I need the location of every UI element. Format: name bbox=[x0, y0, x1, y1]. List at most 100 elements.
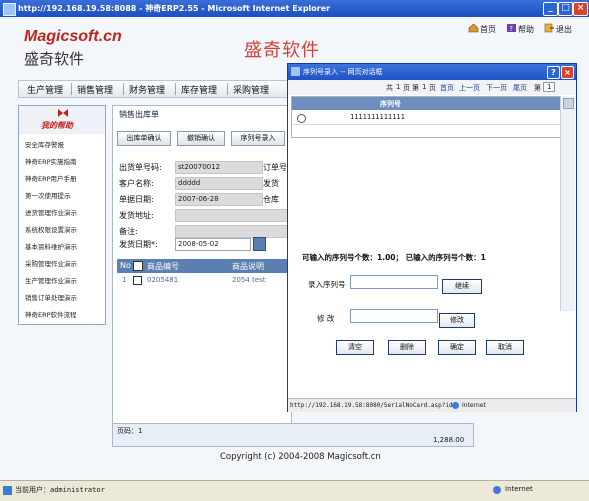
dialog-status-bar: http://192.168.19.58:8080/SerialNoCard.a… bbox=[288, 398, 576, 412]
serial-table-header: 序列号 bbox=[292, 97, 560, 110]
sidebar-item[interactable]: 神奇ERP用户手册 bbox=[25, 173, 77, 183]
remark-field[interactable] bbox=[175, 225, 289, 238]
pager-unit: 页 bbox=[403, 84, 410, 92]
pager-toolbar: 共 1 页 第 1 页 首页 上一页 下一页 尾页 第 1 bbox=[288, 80, 576, 95]
row-code[interactable]: 0205481 bbox=[147, 276, 178, 284]
sidebar-item[interactable]: 采购管理作业演示 bbox=[25, 258, 77, 268]
modify-label: 修 改 bbox=[317, 314, 335, 323]
pager-page-prefix: 第 bbox=[412, 84, 419, 92]
field-label: 发货地址: bbox=[119, 211, 154, 220]
modify-button[interactable]: 修改 bbox=[439, 313, 475, 328]
ship-address-field[interactable] bbox=[175, 209, 289, 222]
row-desc: 2054 test bbox=[232, 276, 266, 284]
help-sidebar: 我的帮助 安全库存警报 神奇ERP实施指南 神奇ERP用户手册 第一次使用提示 … bbox=[18, 105, 106, 325]
copyright-text: Copyright (c) 2004-2008 Magicsoft.cn bbox=[220, 452, 381, 462]
items-grid-header: No 商品编号 商品说明 bbox=[117, 259, 287, 273]
nav-sales[interactable]: 销售管理 bbox=[77, 83, 113, 96]
serial-input-label: 录入序列号 bbox=[308, 280, 346, 289]
field-label: 出货单号码: bbox=[119, 163, 162, 172]
nav-inventory[interactable]: 库存管理 bbox=[181, 83, 217, 96]
home-link[interactable]: 首页 bbox=[468, 23, 496, 35]
right-label: 仓库 bbox=[263, 195, 279, 204]
clear-button[interactable]: 清空 bbox=[336, 340, 374, 355]
serial-table: 序列号 1111111111111 bbox=[291, 96, 561, 138]
sidebar-item[interactable]: 销售订单处理演示 bbox=[25, 292, 77, 302]
close-button[interactable]: × bbox=[573, 2, 588, 16]
logout-icon bbox=[544, 23, 555, 33]
nav-divider bbox=[71, 83, 72, 95]
home-link-label: 首页 bbox=[480, 25, 496, 34]
select-all-checkbox[interactable] bbox=[133, 261, 143, 271]
help-link-label: 帮助 bbox=[518, 25, 534, 34]
serial-entry-button[interactable]: 序列号录入 bbox=[231, 131, 285, 146]
serial-value: 1111111111111 bbox=[350, 113, 405, 121]
row-checkbox[interactable] bbox=[133, 276, 142, 285]
order-number-field[interactable]: st20070012 bbox=[175, 161, 263, 174]
nav-production[interactable]: 生产管理 bbox=[27, 83, 63, 96]
doc-date-field[interactable]: 2007-06-28 bbox=[175, 193, 263, 206]
sidebar-item[interactable]: 第一次使用提示 bbox=[25, 190, 71, 200]
row-radio[interactable] bbox=[297, 114, 306, 123]
window-title: http://192.168.19.58:8088 - 神奇ERP2.55 - … bbox=[18, 4, 331, 13]
calendar-icon[interactable] bbox=[253, 237, 266, 251]
table-row[interactable]: 1111111111111 bbox=[292, 111, 560, 125]
logout-link[interactable]: 退出 bbox=[544, 23, 572, 35]
dialog-title: 序列号录入 -- 网页对话框 bbox=[303, 68, 383, 76]
globe-icon bbox=[452, 402, 459, 409]
pager-first[interactable]: 首页 bbox=[440, 83, 454, 93]
scroll-up-icon[interactable] bbox=[563, 98, 574, 109]
modify-input[interactable] bbox=[350, 309, 438, 323]
pager-last[interactable]: 尾页 bbox=[513, 83, 527, 93]
sidebar-item[interactable]: 生产管理作业演示 bbox=[25, 275, 77, 285]
nav-divider bbox=[227, 83, 228, 95]
sidebar-item[interactable]: 神奇ERP软件流程 bbox=[25, 309, 77, 319]
pager-goto-label: 第 bbox=[534, 84, 541, 92]
row-no: 1 bbox=[122, 276, 127, 284]
dialog-title-bar: 序列号录入 -- 网页对话框 ? × bbox=[288, 64, 576, 80]
bow-icon bbox=[58, 109, 68, 117]
confirm-button[interactable]: 确定 bbox=[438, 340, 476, 355]
sidebar-item[interactable]: 安全库存警报 bbox=[25, 139, 64, 149]
brand-logo: Magicsoft.cn bbox=[24, 28, 122, 45]
sidebar-item[interactable]: 神奇ERP实施指南 bbox=[25, 156, 77, 166]
col-header-code: 商品编号 bbox=[147, 262, 179, 271]
brand-logo-cn: 盛奇软件 bbox=[24, 50, 85, 68]
minimize-button[interactable]: _ bbox=[543, 2, 558, 16]
cancel-button[interactable]: 取消 bbox=[486, 340, 524, 355]
pager-next[interactable]: 下一页 bbox=[486, 83, 507, 93]
ie-icon bbox=[3, 3, 16, 16]
dialog-help-button[interactable]: ? bbox=[547, 66, 560, 79]
sidebar-item[interactable]: 进货管理作业演示 bbox=[25, 207, 77, 217]
continue-button[interactable]: 继续 bbox=[442, 279, 482, 294]
panel-footer: 页码：1 1,288.00 bbox=[112, 423, 474, 447]
pager-page-num: 1 bbox=[422, 83, 427, 91]
globe-icon bbox=[493, 486, 501, 494]
nav-finance[interactable]: 财务管理 bbox=[129, 83, 165, 96]
ie-status-bar: 当前用户：administrator Internet bbox=[0, 480, 589, 501]
maximize-button[interactable]: □ bbox=[558, 2, 573, 16]
nav-purchasing[interactable]: 采购管理 bbox=[233, 83, 269, 96]
page-indicator: 页码：1 bbox=[117, 427, 143, 435]
revoke-confirm-button[interactable]: 撤销确认 bbox=[177, 131, 225, 146]
customer-field[interactable]: ddddd bbox=[175, 177, 263, 190]
sidebar-item[interactable]: 系统权限设置演示 bbox=[25, 224, 77, 234]
confirm-outbound-button[interactable]: 出库单确认 bbox=[117, 131, 171, 146]
dialog-scrollbar[interactable] bbox=[560, 96, 575, 311]
home-icon bbox=[468, 23, 479, 33]
dialog-close-button[interactable]: × bbox=[561, 66, 574, 79]
ship-date-field[interactable]: 2008-05-02 bbox=[175, 238, 251, 251]
col-header-no: No bbox=[120, 261, 131, 270]
right-label: 订单号 bbox=[263, 163, 287, 172]
col-header-serial: 序列号 bbox=[380, 100, 401, 108]
help-link[interactable]: ? 帮助 bbox=[506, 23, 534, 35]
delete-button[interactable]: 删除 bbox=[388, 340, 426, 355]
serial-input[interactable] bbox=[350, 275, 438, 289]
pager-goto-select[interactable]: 1 bbox=[543, 82, 556, 92]
field-label: 备注: bbox=[119, 227, 138, 236]
sidebar-item[interactable]: 基本资料维护演示 bbox=[25, 241, 77, 251]
sidebar-header: 我的帮助 bbox=[19, 106, 105, 134]
dialog-status-zone: Internet bbox=[462, 402, 486, 409]
field-label: 客户名称: bbox=[119, 179, 154, 188]
pager-prev[interactable]: 上一页 bbox=[459, 83, 480, 93]
pager-total-label: 共 bbox=[386, 84, 393, 92]
